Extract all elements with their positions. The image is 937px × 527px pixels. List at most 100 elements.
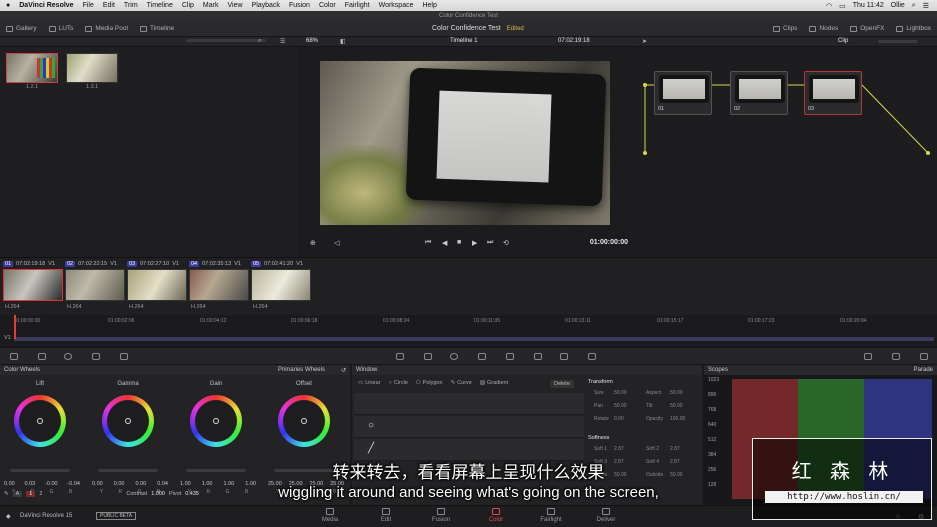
blur-icon[interactable] (506, 353, 514, 360)
tilt-value[interactable]: 50.00 (670, 403, 683, 409)
wheel-puck[interactable] (301, 418, 307, 424)
node-03[interactable]: 03 (804, 71, 862, 115)
key-icon[interactable] (534, 353, 542, 360)
input-dot[interactable] (643, 151, 647, 155)
menu-help[interactable]: Help (422, 2, 436, 9)
menu-playback[interactable]: Playback (252, 2, 280, 9)
aspect-value[interactable]: 50.00 (670, 390, 683, 396)
page-tab-edit[interactable]: Edit (356, 508, 416, 523)
menu-fusion[interactable]: Fusion (289, 2, 310, 9)
page-tab-deliver[interactable]: Deliver (576, 508, 636, 523)
wipe-icon[interactable]: ◧ (340, 38, 346, 45)
menu-timeline[interactable]: Timeline (147, 2, 173, 9)
scopes-icon[interactable] (892, 353, 900, 360)
3d-icon[interactable] (588, 353, 596, 360)
wheels-mode-dropdown[interactable]: Primaries Wheels (278, 367, 325, 373)
menubar-clock[interactable]: Thu 11:42 (853, 2, 884, 9)
polygon-tool[interactable]: ⬠ Polygon (416, 380, 443, 386)
list-view-icon[interactable]: ☰ (280, 38, 285, 45)
curves-icon[interactable] (396, 353, 404, 360)
color-wheels-icon[interactable] (64, 353, 72, 360)
clip-thumbnail[interactable]: 05 07:02:41:20 V1 H.264 (251, 258, 313, 314)
reset-icon[interactable]: ↺ (341, 367, 346, 374)
stop-icon[interactable]: ■ (457, 239, 461, 246)
video-frame[interactable] (320, 61, 610, 225)
window-tool-icon[interactable] (450, 353, 458, 360)
openfx-button[interactable]: OpenFX (850, 25, 884, 32)
menubar-user[interactable]: Ollie (891, 2, 905, 9)
timeline-button[interactable]: Timeline (139, 25, 174, 32)
menu-workspace[interactable]: Workspace (379, 2, 414, 9)
wheel-puck[interactable] (213, 418, 219, 424)
play-reverse-icon[interactable]: ◀ (442, 239, 447, 247)
play-icon[interactable]: ▶ (472, 239, 477, 247)
menu-trim[interactable]: Trim (124, 2, 138, 9)
circle-tool[interactable]: ○ Circle (389, 380, 408, 386)
playback-options-icon[interactable]: ⊕ (310, 239, 316, 247)
delete-window-button[interactable]: Delete (550, 380, 574, 388)
settings-icon[interactable] (920, 353, 928, 360)
search-icon[interactable]: ⌕ (258, 38, 261, 45)
lightbox-button[interactable]: Lightbox (896, 25, 931, 32)
input-dot[interactable] (643, 83, 647, 87)
info-icon[interactable] (864, 353, 872, 360)
skip-to-start-icon[interactable]: ⏮ (425, 239, 431, 247)
rgb-mixer-icon[interactable] (92, 353, 100, 360)
node-zoom-slider[interactable] (878, 40, 918, 43)
menu-edit[interactable]: Edit (103, 2, 115, 9)
viewer-timecode-top[interactable]: 07:02:19:18 (558, 38, 590, 44)
pan-value[interactable]: 50.00 (614, 403, 627, 409)
window-row-linear[interactable] (354, 393, 584, 415)
menu-mark[interactable]: Mark (203, 2, 219, 9)
clip-thumbnail[interactable]: 02 07:02:22:15 V1 H.264 (65, 258, 127, 314)
rotate-value[interactable]: 0.00 (614, 416, 624, 422)
pointer-icon[interactable]: ➤ (642, 38, 647, 45)
gallery-still[interactable] (66, 53, 118, 83)
node-02[interactable]: 02 (730, 71, 788, 115)
tracker-icon[interactable] (478, 353, 486, 360)
playhead[interactable] (14, 315, 16, 339)
wifi-icon[interactable]: ◠ (826, 2, 832, 10)
window-row-circle[interactable]: ○ (354, 416, 584, 438)
opacity-value[interactable]: 100.00 (670, 416, 685, 422)
gallery-button[interactable]: Gallery (6, 25, 37, 32)
gradient-tool[interactable]: ▨ Gradient (480, 380, 508, 386)
size-value[interactable]: 50.00 (614, 390, 627, 396)
camera-raw-icon[interactable] (10, 353, 18, 360)
spotlight-search-icon[interactable]: ⌕ (912, 2, 916, 10)
page-tab-media[interactable]: Media (300, 508, 360, 523)
soft2-value[interactable]: 2.87 (670, 446, 680, 452)
loop-icon[interactable]: ⟲ (503, 239, 509, 247)
menu-fairlight[interactable]: Fairlight (345, 2, 370, 9)
qualifier-icon[interactable] (424, 353, 432, 360)
clip-thumbnail[interactable]: 04 07:02:35:13 V1 H.264 (189, 258, 251, 314)
menu-file[interactable]: File (83, 2, 94, 9)
battery-icon[interactable]: ▭ (839, 2, 846, 10)
menu-color[interactable]: Color (319, 2, 336, 9)
node-01[interactable]: 01 (654, 71, 712, 115)
skip-to-end-icon[interactable]: ⏭ (487, 239, 493, 247)
nodes-button[interactable]: Nodes (809, 25, 838, 32)
page-tab-color[interactable]: Color (466, 508, 526, 523)
menu-davinci-resolve[interactable]: DaVinci Resolve (19, 2, 73, 9)
wheel-puck[interactable] (125, 418, 131, 424)
viewer-zoom[interactable]: 68% (306, 38, 318, 44)
timeline-selector[interactable]: Timeline 1 (450, 38, 477, 44)
menu-list-icon[interactable]: ☰ (923, 2, 929, 10)
color-match-icon[interactable] (38, 353, 46, 360)
mini-timeline[interactable]: 01:00:00:00 01:00:02:06 01:00:04:12 01:0… (0, 315, 937, 347)
motion-effects-icon[interactable] (120, 353, 128, 360)
timeline-track[interactable] (14, 337, 934, 341)
clips-button[interactable]: Clips (772, 25, 797, 32)
gallery-still[interactable] (6, 53, 58, 83)
audio-icon[interactable]: ◁ (334, 239, 339, 247)
curve-tool[interactable]: ✎ Curve (451, 380, 472, 386)
menu-view[interactable]: View (227, 2, 242, 9)
node-mode-selector[interactable]: Clip (838, 38, 848, 44)
sizing-icon[interactable] (560, 353, 568, 360)
clip-thumbnail[interactable]: 03 07:02:27:10 V1 H.264 (127, 258, 189, 314)
page-tab-fusion[interactable]: Fusion (411, 508, 471, 523)
page-tab-fairlight[interactable]: Fairlight (521, 508, 581, 523)
soft1-value[interactable]: 2.87 (614, 446, 624, 452)
gallery-zoom-slider[interactable] (186, 39, 266, 42)
